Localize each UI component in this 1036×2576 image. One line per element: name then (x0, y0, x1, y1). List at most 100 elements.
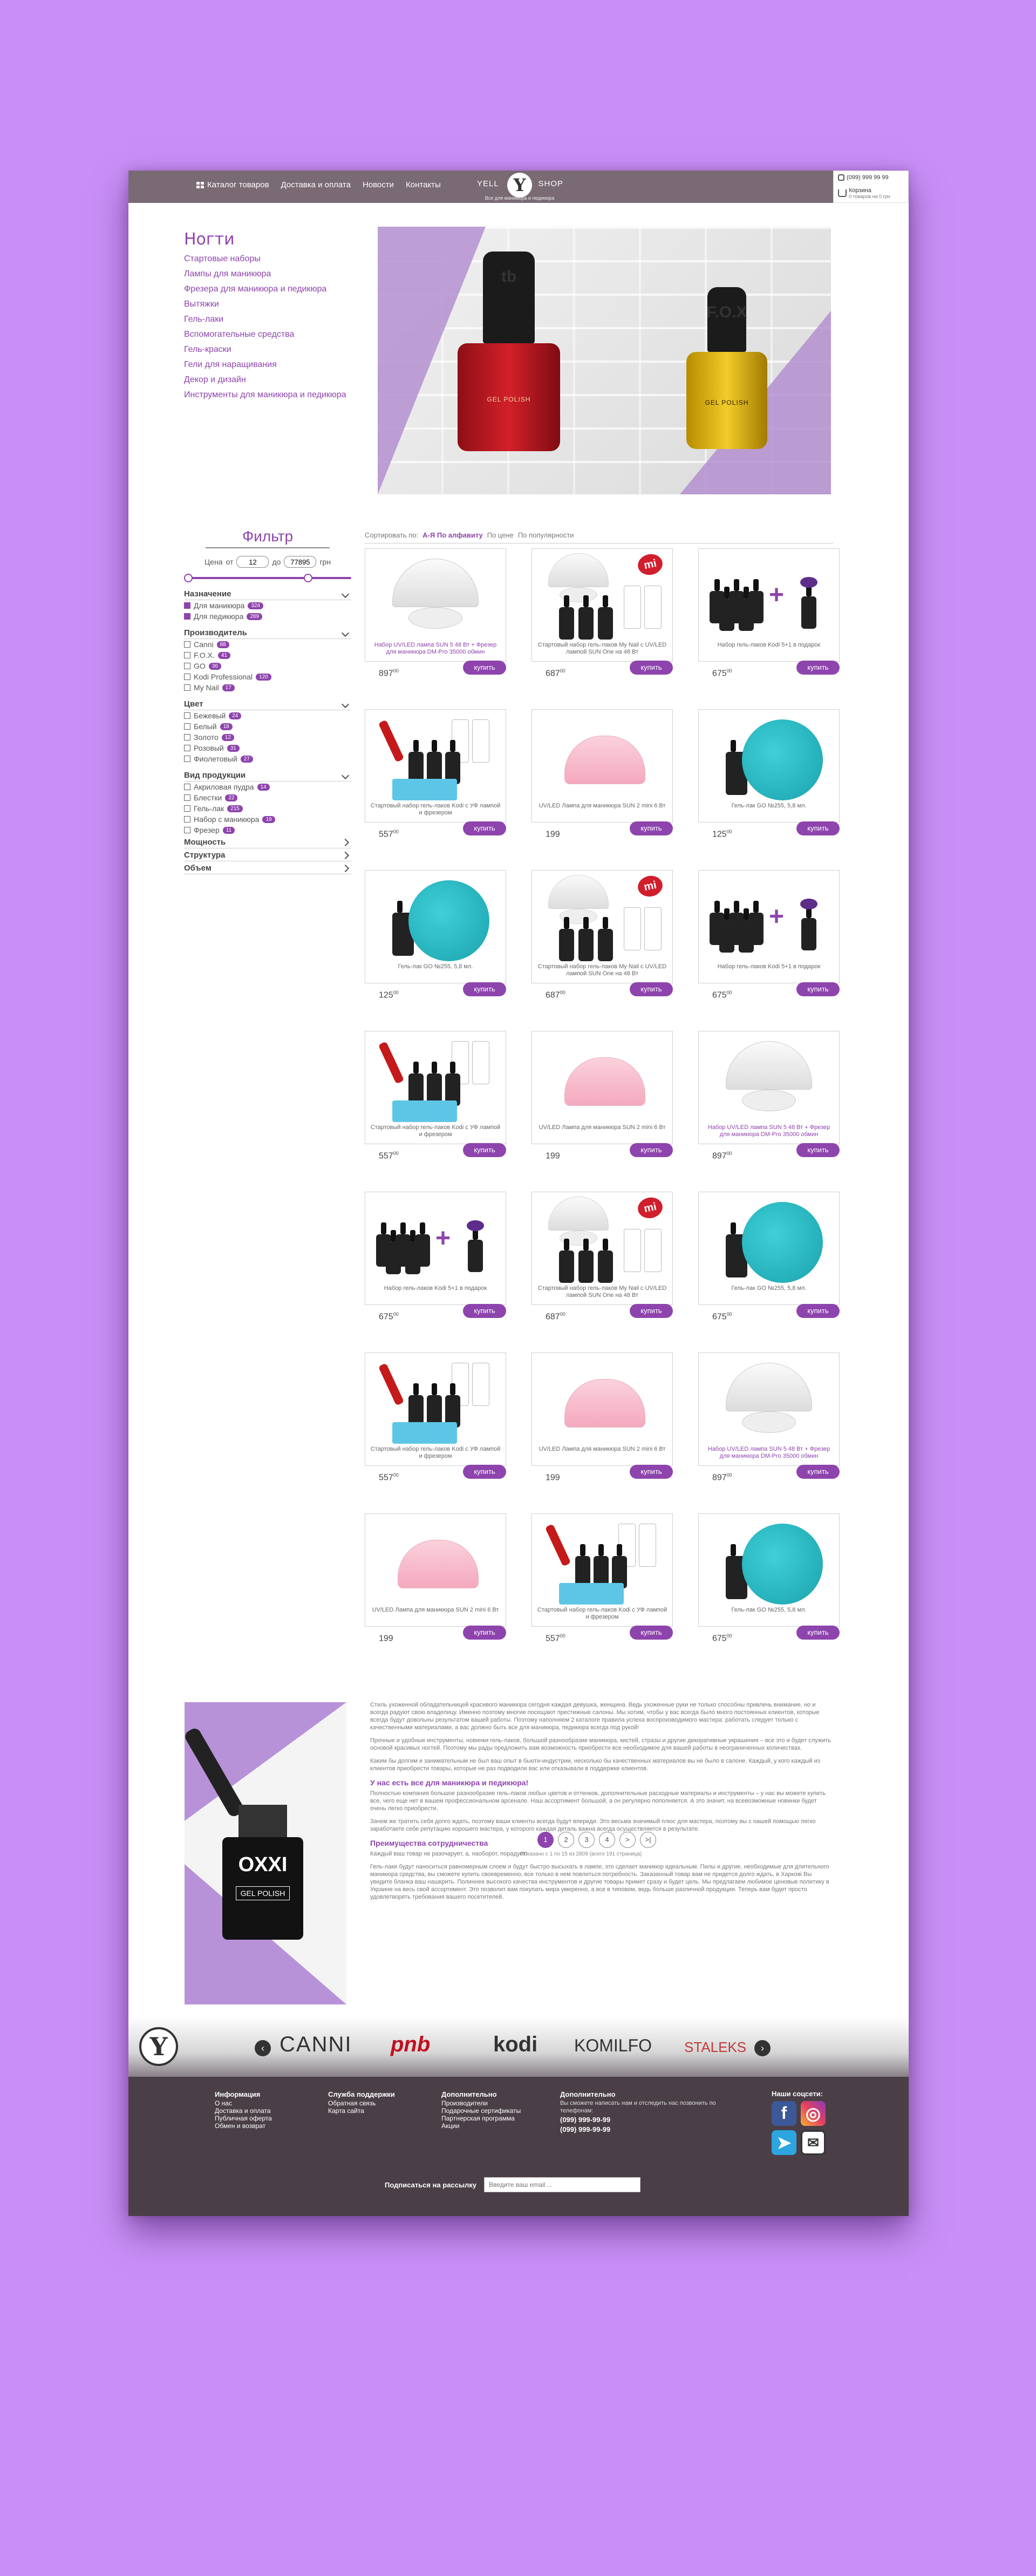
product-card-frame[interactable]: + Набор гель-лаков Kodi 5+1 в подарок (698, 548, 840, 662)
product-name[interactable]: Стартовый набор гель-лаков My Nail с UV/… (535, 963, 669, 977)
price-min-input[interactable] (236, 556, 269, 568)
product-image[interactable] (704, 1036, 834, 1122)
footer-link[interactable]: Доставка и оплата (215, 2107, 328, 2115)
product-name[interactable]: Набор гель-лаков Kodi 5+1 в подарок (702, 642, 836, 649)
buy-button[interactable]: купить (796, 661, 840, 675)
filter-section-header[interactable]: Цвет (184, 699, 351, 710)
product-card-frame[interactable]: Набор UV/LED лампа SUN 5 48 Вт + Фрезер … (698, 1031, 840, 1144)
product-name[interactable]: Набор гель-лаков Kodi 5+1 в подарок (369, 1285, 502, 1292)
buy-button[interactable]: купить (796, 982, 840, 996)
brand-komilfo[interactable]: KOMILFO (574, 2036, 652, 2056)
brand-staleks[interactable]: STALEKS (684, 2039, 746, 2056)
filter-checkbox[interactable] (184, 641, 190, 648)
filter-option[interactable]: Фрезер 11 (184, 825, 351, 835)
filter-checkbox[interactable] (184, 734, 190, 740)
filter-section-header[interactable]: Объем (184, 864, 351, 874)
product-image[interactable] (704, 1197, 834, 1283)
product-card-frame[interactable]: Набор UV/LED лампа SUN 5 48 Вт + Фрезер … (698, 1352, 840, 1466)
buy-button[interactable]: купить (463, 1304, 506, 1318)
product-card-frame[interactable]: Гель-лак GO №255, 5,8 мл. (698, 709, 840, 823)
price-slider-min-handle[interactable] (184, 574, 193, 582)
product-card-frame[interactable]: UV/LED Лампа для маникюра SUN 2 mini 6 В… (365, 1513, 506, 1627)
filter-section-header[interactable]: Структура (184, 851, 351, 861)
filter-checkbox[interactable] (184, 816, 190, 823)
product-image[interactable]: mi (537, 552, 667, 640)
product-image[interactable]: + (704, 875, 834, 961)
buy-button[interactable]: купить (630, 661, 673, 675)
filter-checkbox[interactable] (184, 652, 190, 658)
price-slider[interactable] (184, 573, 351, 583)
filter-option[interactable]: F.O.X. 41 (184, 650, 351, 661)
product-image[interactable] (537, 1357, 667, 1444)
nav-delivery[interactable]: Доставка и оплата (281, 180, 351, 189)
product-card-frame[interactable]: Гель-лак GO №255, 5,8 мл. (365, 870, 506, 983)
footer-logo[interactable]: Y (139, 2027, 178, 2066)
product-name[interactable]: Гель-лак GO №255, 5,8 мл. (702, 803, 836, 810)
carousel-prev-button[interactable]: ‹ (255, 2040, 271, 2056)
product-image[interactable]: + (371, 1197, 500, 1283)
subcategory-link[interactable]: Вытяжки (184, 297, 346, 312)
product-image[interactable]: mi (537, 873, 667, 961)
product-image[interactable] (371, 1036, 500, 1122)
filter-section-header[interactable]: Назначение (184, 589, 351, 600)
buy-button[interactable]: купить (796, 1465, 840, 1479)
product-image[interactable] (371, 875, 500, 961)
price-slider-max-handle[interactable] (304, 574, 312, 582)
buy-button[interactable]: купить (796, 1304, 840, 1318)
product-card-frame[interactable]: Стартовый набор гель-лаков Kodi с УФ лам… (365, 1352, 506, 1466)
buy-button[interactable]: купить (796, 1626, 840, 1640)
filter-checkbox[interactable] (184, 613, 190, 620)
filter-checkbox[interactable] (184, 723, 190, 730)
subcategory-link[interactable]: Лампы для маникюра (184, 267, 346, 282)
subcategory-link[interactable]: Гели для наращивания (184, 357, 346, 372)
filter-option[interactable]: Kodi Professional 120 (184, 671, 351, 682)
buy-button[interactable]: купить (630, 1626, 673, 1640)
product-image[interactable] (704, 1357, 834, 1444)
product-image[interactable]: + (704, 553, 834, 640)
subcategory-link[interactable]: Гель-краски (184, 342, 346, 357)
buy-button[interactable]: купить (630, 982, 673, 996)
product-card-frame[interactable]: Набор UV/LED лампа SUN 5 48 Вт + Фрезер … (365, 548, 506, 662)
buy-button[interactable]: купить (463, 982, 506, 996)
mail-icon[interactable]: ✉ (801, 2130, 826, 2155)
subcategory-link[interactable]: Вспомогательные средства (184, 327, 346, 342)
filter-option[interactable]: Бежевый 24 (184, 710, 351, 721)
filter-option[interactable]: Золото 12 (184, 732, 351, 743)
filter-option[interactable]: Гель-лак 215 (184, 803, 351, 814)
filter-option[interactable]: Набор с маникюра 19 (184, 814, 351, 825)
product-name[interactable]: Набор UV/LED лампа SUN 5 48 Вт + Фрезер … (369, 642, 502, 656)
hero-banner[interactable]: tb GEL POLISH F.O.X GEL POLISH (378, 227, 831, 494)
cart-button[interactable]: Корзина 0 товаров на 0 грн (838, 187, 890, 199)
filter-checkbox[interactable] (184, 805, 190, 812)
product-card-frame[interactable]: mi Стартовый набор гель-лаков My Nail с U… (531, 1192, 673, 1305)
filter-checkbox[interactable] (184, 794, 190, 801)
filter-option[interactable]: GO 36 (184, 661, 351, 671)
brand-kodi[interactable]: kodi (493, 2033, 537, 2057)
filter-option[interactable]: Для маникюра 324 (184, 600, 351, 611)
footer-phone-1[interactable]: (099) 999-99-99 (560, 2116, 733, 2124)
subcategory-link[interactable]: Инструменты для маникюра и педикюра (184, 388, 346, 403)
buy-button[interactable]: купить (630, 1304, 673, 1318)
product-card-frame[interactable]: mi Стартовый набор гель-лаков My Nail с U… (531, 548, 673, 662)
filter-option[interactable]: Белый 18 (184, 721, 351, 732)
product-image[interactable] (371, 553, 500, 640)
product-card-frame[interactable]: mi Стартовый набор гель-лаков My Nail с U… (531, 870, 673, 983)
filter-section-header[interactable]: Производитель (184, 628, 351, 639)
buy-button[interactable]: купить (463, 661, 506, 675)
filter-section-header[interactable]: Вид продукции (184, 771, 351, 781)
subcategory-link[interactable]: Гель-лаки (184, 312, 346, 327)
nav-catalog[interactable]: Каталог товаров (196, 180, 269, 189)
product-name[interactable]: UV/LED Лампа для маникюра SUN 2 mini 6 В… (535, 1124, 669, 1131)
footer-link[interactable]: О нас (215, 2099, 328, 2107)
carousel-next-button[interactable]: › (754, 2040, 771, 2056)
product-card-frame[interactable]: + Набор гель-лаков Kodi 5+1 в подарок (698, 870, 840, 983)
buy-button[interactable]: купить (463, 1143, 506, 1157)
product-card-frame[interactable]: UV/LED Лампа для маникюра SUN 2 mini 6 В… (531, 1031, 673, 1144)
product-card-frame[interactable]: Стартовый набор гель-лаков Kodi с УФ лам… (365, 709, 506, 823)
product-name[interactable]: Стартовый набор гель-лаков My Nail с UV/… (535, 1285, 669, 1299)
product-image[interactable] (704, 1518, 834, 1605)
filter-checkbox[interactable] (184, 745, 190, 751)
newsletter-email-input[interactable] (484, 2177, 641, 2192)
subcategory-link[interactable]: Фрезера для маникюра и педикюра (184, 282, 346, 297)
buy-button[interactable]: купить (630, 821, 673, 835)
